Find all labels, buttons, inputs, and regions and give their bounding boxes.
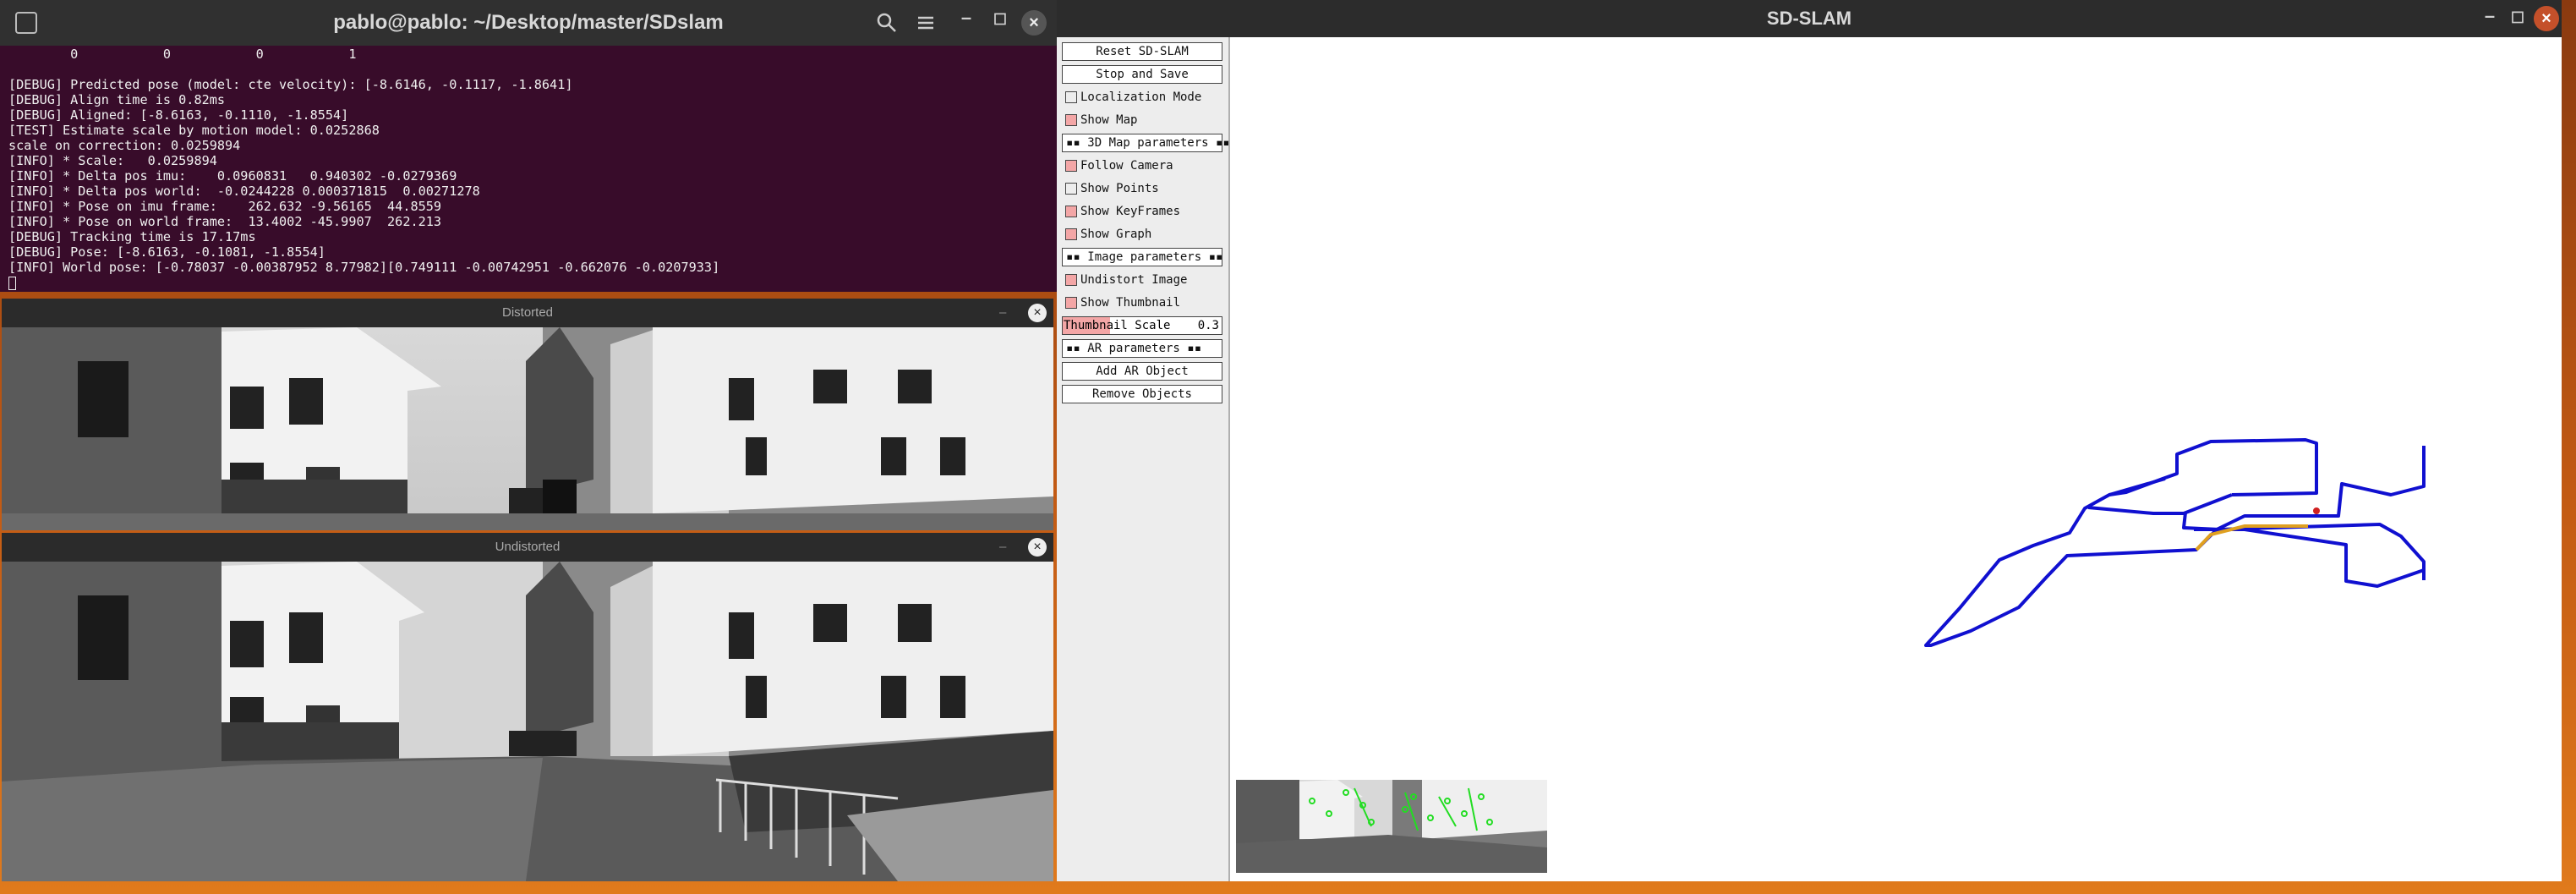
slider-label: Thumbnail Scale: [1064, 319, 1171, 332]
map3d-section-header: ▪▪ 3D Map parameters ▪▪: [1062, 134, 1230, 152]
slam-window: SD-SLAM – ☐ × Reset SD-SLAM Stop and Sav…: [1057, 0, 2562, 881]
trajectory: [1924, 438, 2426, 647]
terminal-line: [INFO] * Pose on imu frame: 262.632 -9.5…: [8, 199, 442, 214]
slam-titlebar: SD-SLAM – ☐ ×: [1057, 0, 2562, 37]
show-map-checkbox[interactable]: Show Map: [1062, 111, 1222, 129]
undistorted-window: Undistorted – ×: [2, 533, 1053, 881]
checkbox-box: [1065, 160, 1077, 172]
undistort-image-checkbox[interactable]: Undistort Image: [1062, 271, 1222, 289]
checkbox-box: [1065, 114, 1077, 126]
checkbox-label: Show Graph: [1080, 228, 1152, 241]
thumbnail-image: [1236, 780, 1547, 873]
distorted-window: Distorted – ×: [2, 299, 1053, 530]
maximize-icon[interactable]: ☐: [2505, 8, 2530, 34]
checkbox-label: Follow Camera: [1080, 159, 1173, 173]
hamburger-icon[interactable]: [915, 12, 937, 34]
show-thumbnail-checkbox[interactable]: Show Thumbnail: [1062, 293, 1222, 312]
image-section-header: ▪▪ Image parameters ▪▪: [1062, 248, 1222, 266]
close-icon[interactable]: ×: [1021, 10, 1047, 36]
trajectory-line: [1924, 438, 2426, 647]
minimize-icon[interactable]: –: [999, 533, 1006, 562]
checkbox-label: Undistort Image: [1080, 273, 1188, 287]
thumbnail-scale-slider[interactable]: Thumbnail Scale 0.3: [1062, 316, 1222, 335]
tab-icon[interactable]: [15, 12, 37, 34]
checkbox-label: Show KeyFrames: [1080, 205, 1181, 218]
slider-value: 0.3: [1197, 319, 1219, 332]
terminal-line: [TEST] Estimate scale by motion model: 0…: [8, 123, 380, 138]
trajectory-plot: [1924, 438, 2426, 647]
section-header-text: ▪▪ AR parameters ▪▪: [1066, 342, 1202, 355]
terminal-window: pablo@pablo: ~/Desktop/master/SDslam – ☐…: [0, 0, 1057, 292]
current-camera: [2313, 507, 2320, 514]
minimize-icon[interactable]: –: [954, 8, 979, 34]
terminal-line: [INFO] World pose: [-0.78037 -0.00387952…: [8, 260, 720, 275]
section-header-text: ▪▪ 3D Map parameters ▪▪: [1066, 136, 1230, 150]
terminal-line: [DEBUG] Pose: [-8.6163, -0.1081, -1.8554…: [8, 244, 325, 260]
checkbox-box: [1065, 206, 1077, 217]
checkbox-label: Show Points: [1080, 182, 1159, 195]
terminal-line: [INFO] * Scale: 0.0259894: [8, 153, 217, 168]
trajectory-line: [2194, 528, 2426, 588]
undistorted-image: [2, 562, 1053, 881]
checkbox-label: Localization Mode: [1080, 90, 1202, 104]
show-points-checkbox[interactable]: Show Points: [1062, 179, 1222, 198]
trajectory-line: [2182, 512, 2426, 580]
checkbox-label: Show Map: [1080, 113, 1138, 127]
terminal-line: [INFO] * Pose on world frame: 13.4002 -4…: [8, 214, 442, 229]
distorted-titlebar: Distorted – ×: [2, 299, 1053, 327]
stop-save-button[interactable]: Stop and Save: [1062, 65, 1222, 84]
terminal-line: [INFO] * Delta pos world: -0.0244228 0.0…: [8, 184, 480, 199]
terminal-titlebar: pablo@pablo: ~/Desktop/master/SDslam – ☐…: [0, 0, 1057, 46]
ar-section-header: ▪▪ AR parameters ▪▪: [1062, 339, 1222, 358]
maximize-icon[interactable]: ☐: [987, 10, 1013, 36]
checkbox-label: Show Thumbnail: [1080, 296, 1181, 310]
section-header-text: ▪▪ Image parameters ▪▪: [1066, 250, 1223, 264]
follow-camera-checkbox[interactable]: Follow Camera: [1062, 156, 1222, 175]
undistorted-title: Undistorted: [495, 540, 561, 554]
terminal-line: [DEBUG] Align time is 0.82ms: [8, 92, 226, 107]
terminal-cursor: [8, 277, 16, 290]
terminal-title: pablo@pablo: ~/Desktop/master/SDslam: [333, 11, 724, 34]
terminal-line: [DEBUG] Tracking time is 17.17ms: [8, 229, 256, 244]
trajectory-line: [2108, 477, 2166, 496]
checkbox-box: [1065, 91, 1077, 103]
terminal-line: [DEBUG] Predicted pose (model: cte veloc…: [8, 77, 573, 92]
checkbox-box: [1065, 183, 1077, 195]
checkbox-box: [1065, 274, 1077, 286]
slam-title: SD-SLAM: [1766, 8, 1852, 29]
localization-mode-checkbox[interactable]: Localization Mode: [1062, 88, 1222, 107]
checkbox-box: [1065, 297, 1077, 309]
terminal-line: scale on correction: 0.0259894: [8, 138, 241, 153]
terminal-line: [DEBUG] Aligned: [-8.6163, -0.1110, -1.8…: [8, 107, 349, 123]
control-panel: Reset SD-SLAM Stop and Save Localization…: [1057, 37, 1230, 881]
show-graph-checkbox[interactable]: Show Graph: [1062, 225, 1222, 244]
minimize-icon[interactable]: –: [999, 299, 1006, 327]
close-icon[interactable]: ×: [1028, 538, 1047, 557]
terminal-line: 0 0 0 1: [8, 47, 357, 62]
reset-button[interactable]: Reset SD-SLAM: [1062, 42, 1222, 61]
close-icon[interactable]: ×: [1028, 304, 1047, 322]
trajectory-line: [2087, 493, 2233, 515]
add-ar-object-button[interactable]: Add AR Object: [1062, 362, 1222, 381]
checkbox-box: [1065, 228, 1077, 240]
undistorted-titlebar: Undistorted – ×: [2, 533, 1053, 562]
distorted-title: Distorted: [501, 305, 554, 320]
remove-objects-button[interactable]: Remove Objects: [1062, 385, 1222, 403]
search-icon[interactable]: [876, 12, 898, 34]
terminal-body[interactable]: 0 0 0 1 [DEBUG] Predicted pose (model: c…: [0, 46, 1057, 292]
map-viewer[interactable]: [1230, 37, 2562, 881]
close-icon[interactable]: ×: [2534, 6, 2559, 31]
distorted-image: [2, 327, 1053, 530]
terminal-line: [INFO] * Delta pos imu: 0.0960831 0.9403…: [8, 168, 457, 184]
show-keyframes-checkbox[interactable]: Show KeyFrames: [1062, 202, 1222, 221]
minimize-icon[interactable]: –: [2477, 7, 2502, 32]
